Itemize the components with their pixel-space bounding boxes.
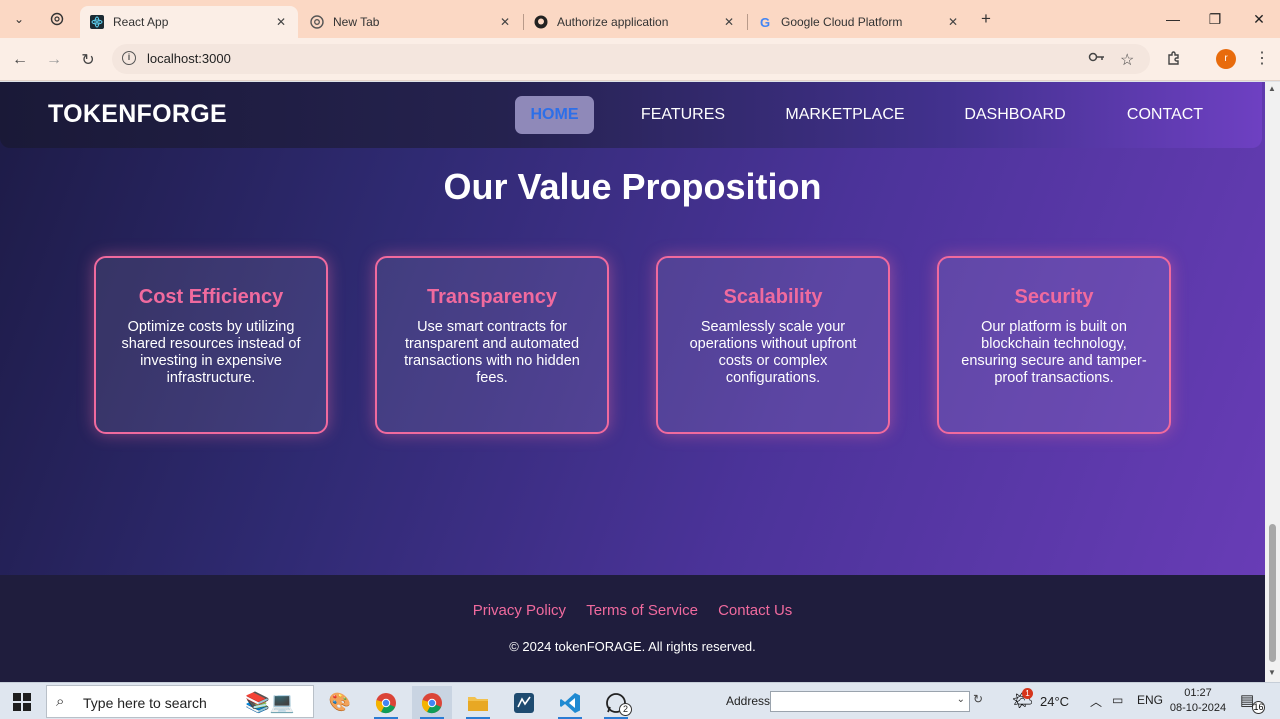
language-indicator[interactable]: ENG	[1137, 693, 1163, 707]
app-icon-paint[interactable]: 🎨	[320, 686, 360, 719]
close-tab-icon[interactable]: ✕	[722, 15, 736, 29]
chevron-down-icon[interactable]: ⌄	[957, 694, 965, 705]
site-info-icon[interactable]: i	[122, 51, 136, 65]
system-clock[interactable]: 01:27 08-10-2024	[1168, 686, 1228, 716]
value-card-cost-efficiency: Cost Efficiency Optimize costs by utiliz…	[94, 256, 328, 434]
chatgpt-icon[interactable]	[46, 8, 68, 30]
card-title: Cost Efficiency	[138, 286, 284, 308]
scroll-up-arrow-icon[interactable]: ▲	[1268, 84, 1276, 93]
tab-authorize-application[interactable]: Authorize application ✕	[524, 6, 746, 38]
card-text: Optimize costs by utilizing shared resou…	[121, 319, 301, 386]
address-bar[interactable]: i localhost:3000 ☆	[112, 44, 1150, 74]
search-placeholder: Type here to search	[83, 695, 207, 711]
extensions-puzzle-icon[interactable]	[1166, 50, 1182, 70]
chrome-icon	[310, 15, 324, 29]
windows-taskbar: ⌕ Type here to search 📚💻 🎨 2 Address ⌄ ↻…	[0, 682, 1280, 719]
app-icon-chrome[interactable]	[366, 686, 406, 719]
page-scrollbar[interactable]: ▲ ▼	[1265, 82, 1280, 682]
footer-links: Privacy Policy Terms of Service Contact …	[0, 602, 1265, 619]
value-card-transparency: Transparency Use smart contracts for tra…	[375, 256, 609, 434]
key-icon[interactable]	[1088, 50, 1106, 67]
close-tab-icon[interactable]: ✕	[274, 15, 288, 29]
tab-new-tab[interactable]: New Tab ✕	[300, 6, 522, 38]
app-icon-chrome-active[interactable]	[412, 686, 452, 719]
browser-tab-strip: ⌄ React App ✕ New Tab ✕ Authorize applic…	[0, 0, 1280, 38]
app-icon-whatsapp[interactable]: 2	[596, 686, 636, 719]
nav-dashboard[interactable]: DASHBOARD	[958, 96, 1072, 134]
card-title: Scalability	[723, 286, 823, 308]
card-text: Use smart contracts for transparent and …	[404, 319, 580, 386]
weather-alert-badge: 1	[1022, 688, 1033, 699]
whatsapp-badge: 2	[619, 703, 632, 716]
footer-link-privacy-policy[interactable]: Privacy Policy	[473, 602, 566, 619]
browser-menu-icon[interactable]: ⋮	[1254, 50, 1270, 68]
card-text: Our platform is built on blockchain tech…	[961, 319, 1147, 386]
nav-features[interactable]: FEATURES	[634, 96, 732, 134]
tab-react-app[interactable]: React App ✕	[80, 6, 298, 38]
nav-contact[interactable]: CONTACT	[1119, 96, 1211, 134]
react-icon	[90, 15, 104, 29]
site-header: TOKENFORGE HOME FEATURES MARKETPLACE DAS…	[0, 82, 1262, 148]
app-icon-mysql-workbench[interactable]	[504, 686, 544, 719]
tab-search-button[interactable]: ⌄	[8, 8, 30, 30]
scroll-down-arrow-icon[interactable]: ▼	[1268, 668, 1276, 677]
notification-count-badge: 16	[1252, 701, 1265, 714]
footer-link-contact-us[interactable]: Contact Us	[718, 602, 792, 619]
card-title: Security	[1014, 286, 1094, 308]
clock-date: 08-10-2024	[1169, 702, 1227, 714]
tab-title: React App	[113, 15, 169, 29]
section-title: Our Value Proposition	[443, 166, 822, 207]
forward-arrow-icon[interactable]: →	[41, 47, 67, 73]
back-arrow-icon[interactable]: ←	[7, 47, 33, 73]
copyright-text: © 2024 tokenFORAGE. All rights reserved.	[509, 639, 756, 654]
temperature-text: 24°C	[1040, 694, 1070, 709]
nav-marketplace[interactable]: MARKETPLACE	[779, 96, 911, 134]
google-icon: G	[759, 14, 771, 30]
github-icon	[534, 15, 548, 29]
app-icon-vscode[interactable]	[550, 686, 590, 719]
bookmark-star-icon[interactable]: ☆	[1120, 50, 1134, 70]
footer-link-terms-of-service[interactable]: Terms of Service	[586, 602, 698, 619]
webpage: TOKENFORGE HOME FEATURES MARKETPLACE DAS…	[0, 82, 1265, 682]
tab-title: New Tab	[333, 15, 380, 29]
restore-icon[interactable]: ❐	[1200, 8, 1230, 30]
chevron-up-icon[interactable]: ︿	[1090, 693, 1102, 710]
taskbar-search-box[interactable]: ⌕ Type here to search 📚💻	[46, 685, 314, 718]
card-text: Seamlessly scale your operations without…	[689, 319, 857, 386]
value-card-scalability: Scalability Seamlessly scale your operat…	[656, 256, 890, 434]
close-window-icon[interactable]: ✕	[1244, 8, 1274, 30]
tab-title: Google Cloud Platform	[781, 15, 903, 29]
site-footer: Privacy Policy Terms of Service Contact …	[0, 575, 1265, 682]
battery-icon[interactable]: ▭	[1112, 693, 1123, 707]
nav-home[interactable]: HOME	[515, 96, 594, 134]
minimize-icon[interactable]: —	[1158, 8, 1188, 30]
app-icon-file-explorer[interactable]	[458, 686, 498, 719]
close-tab-icon[interactable]: ✕	[498, 15, 512, 29]
value-card-security: Security Our platform is built on blockc…	[937, 256, 1171, 434]
search-highlight-illustration-icon: 📚💻	[245, 692, 295, 714]
brand-logo[interactable]: TOKENFORGE	[48, 100, 227, 129]
address-go-icon[interactable]: ↻	[973, 692, 989, 710]
url-text: localhost:3000	[147, 51, 231, 66]
scroll-thumb[interactable]	[1269, 524, 1276, 662]
clock-time: 01:27	[1184, 687, 1212, 699]
tab-google-cloud-platform[interactable]: G Google Cloud Platform ✕	[748, 6, 970, 38]
browser-toolbar: ← → ↻ i localhost:3000 ☆	[0, 38, 1280, 81]
card-title: Transparency	[426, 286, 558, 308]
tab-title: Authorize application	[557, 15, 669, 29]
address-toolbar-input[interactable]: ⌄	[770, 691, 970, 712]
reload-icon[interactable]: ↻	[75, 47, 101, 73]
new-tab-button[interactable]: +	[975, 8, 997, 30]
profile-avatar[interactable]: r	[1216, 49, 1236, 69]
address-toolbar-label: Address	[726, 694, 771, 708]
close-tab-icon[interactable]: ✕	[946, 15, 960, 29]
search-icon: ⌕	[56, 693, 65, 710]
windows-start-icon[interactable]	[13, 693, 31, 711]
